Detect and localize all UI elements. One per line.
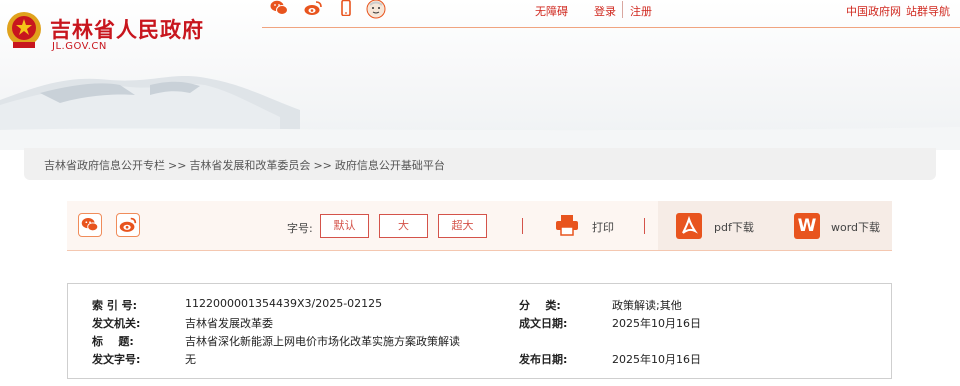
site-domain: JL.GOV.CN (52, 41, 107, 52)
register-link[interactable]: 注册 (630, 3, 652, 19)
index-number-value: 1122000001354439X3/2025-02125 (185, 297, 383, 310)
document-info-box: 索 引 号: 1122000001354439X3/2025-02125 分 类… (67, 283, 892, 379)
print-button[interactable]: 打印 (592, 219, 614, 235)
word-download-label: word下载 (831, 221, 881, 234)
created-date-value: 2025年10月16日 (612, 317, 701, 330)
word-download-button[interactable]: W word下载 (774, 201, 892, 250)
breadcrumb-item[interactable]: 吉林省政府信息公开专栏 (44, 159, 165, 172)
font-default-button[interactable]: 默认 (320, 214, 369, 238)
article-toolbar: 字号: 默认 大 超大 打印 pdf下载 W word下载 (67, 201, 892, 251)
issuer-label: 发文机关: (92, 317, 141, 330)
mobile-icon[interactable] (337, 0, 355, 16)
pdf-icon (676, 213, 702, 239)
emblem-icon[interactable] (5, 10, 43, 50)
created-date-label: 成文日期: (519, 317, 568, 330)
china-gov-link[interactable]: 中国政府网 (846, 3, 901, 19)
login-register-separator (622, 1, 623, 18)
font-xlarge-button[interactable]: 超大 (438, 214, 487, 238)
wechat-icon[interactable] (270, 0, 288, 16)
breadcrumb-item[interactable]: 吉林省发展和改革委员会 (189, 159, 310, 172)
category-value: 政策解读;其他 (612, 299, 682, 312)
toolbar-divider (522, 218, 523, 234)
share-wechat-button[interactable] (78, 213, 102, 237)
word-icon: W (794, 213, 820, 239)
category-label: 分 类: (519, 299, 561, 312)
breadcrumb-item[interactable]: 政府信息公开基础平台 (335, 159, 445, 172)
accessibility-link[interactable]: 无障碍 (535, 3, 568, 19)
doc-number-value: 无 (185, 353, 196, 366)
wechat-icon (81, 218, 99, 232)
elderly-mode-icon[interactable] (366, 0, 386, 19)
index-number-label: 索 引 号: (92, 299, 138, 312)
published-date-value: 2025年10月16日 (612, 353, 701, 366)
toolbar-divider (644, 218, 645, 234)
site-nav-link[interactable]: 站群导航 (906, 3, 950, 19)
breadcrumb: 吉林省政府信息公开专栏 >> 吉林省发展和改革委员会 >> 政府信息公开基础平台 (24, 148, 936, 180)
pdf-download-label: pdf下载 (714, 221, 754, 234)
pdf-download-button[interactable]: pdf下载 (658, 201, 774, 250)
mountain-background (0, 76, 960, 150)
site-title[interactable]: 吉林省人民政府 (50, 14, 204, 44)
published-date-label: 发布日期: (519, 353, 568, 366)
weibo-icon[interactable] (304, 0, 322, 16)
weibo-icon (119, 217, 137, 232)
font-size-label: 字号: (287, 222, 313, 235)
printer-icon[interactable] (555, 214, 579, 236)
topbar-divider (262, 27, 960, 28)
breadcrumb-separator: >> (313, 159, 332, 172)
doc-number-label: 发文字号: (92, 353, 141, 366)
breadcrumb-separator: >> (168, 159, 187, 172)
title-value: 吉林省深化新能源上网电价市场化改革实施方案政策解读 (185, 335, 460, 348)
login-link[interactable]: 登录 (594, 3, 616, 19)
share-weibo-button[interactable] (116, 213, 140, 237)
title-label: 标 题: (92, 335, 134, 348)
font-large-button[interactable]: 大 (379, 214, 428, 238)
issuer-value: 吉林省发展改革委 (185, 317, 273, 330)
